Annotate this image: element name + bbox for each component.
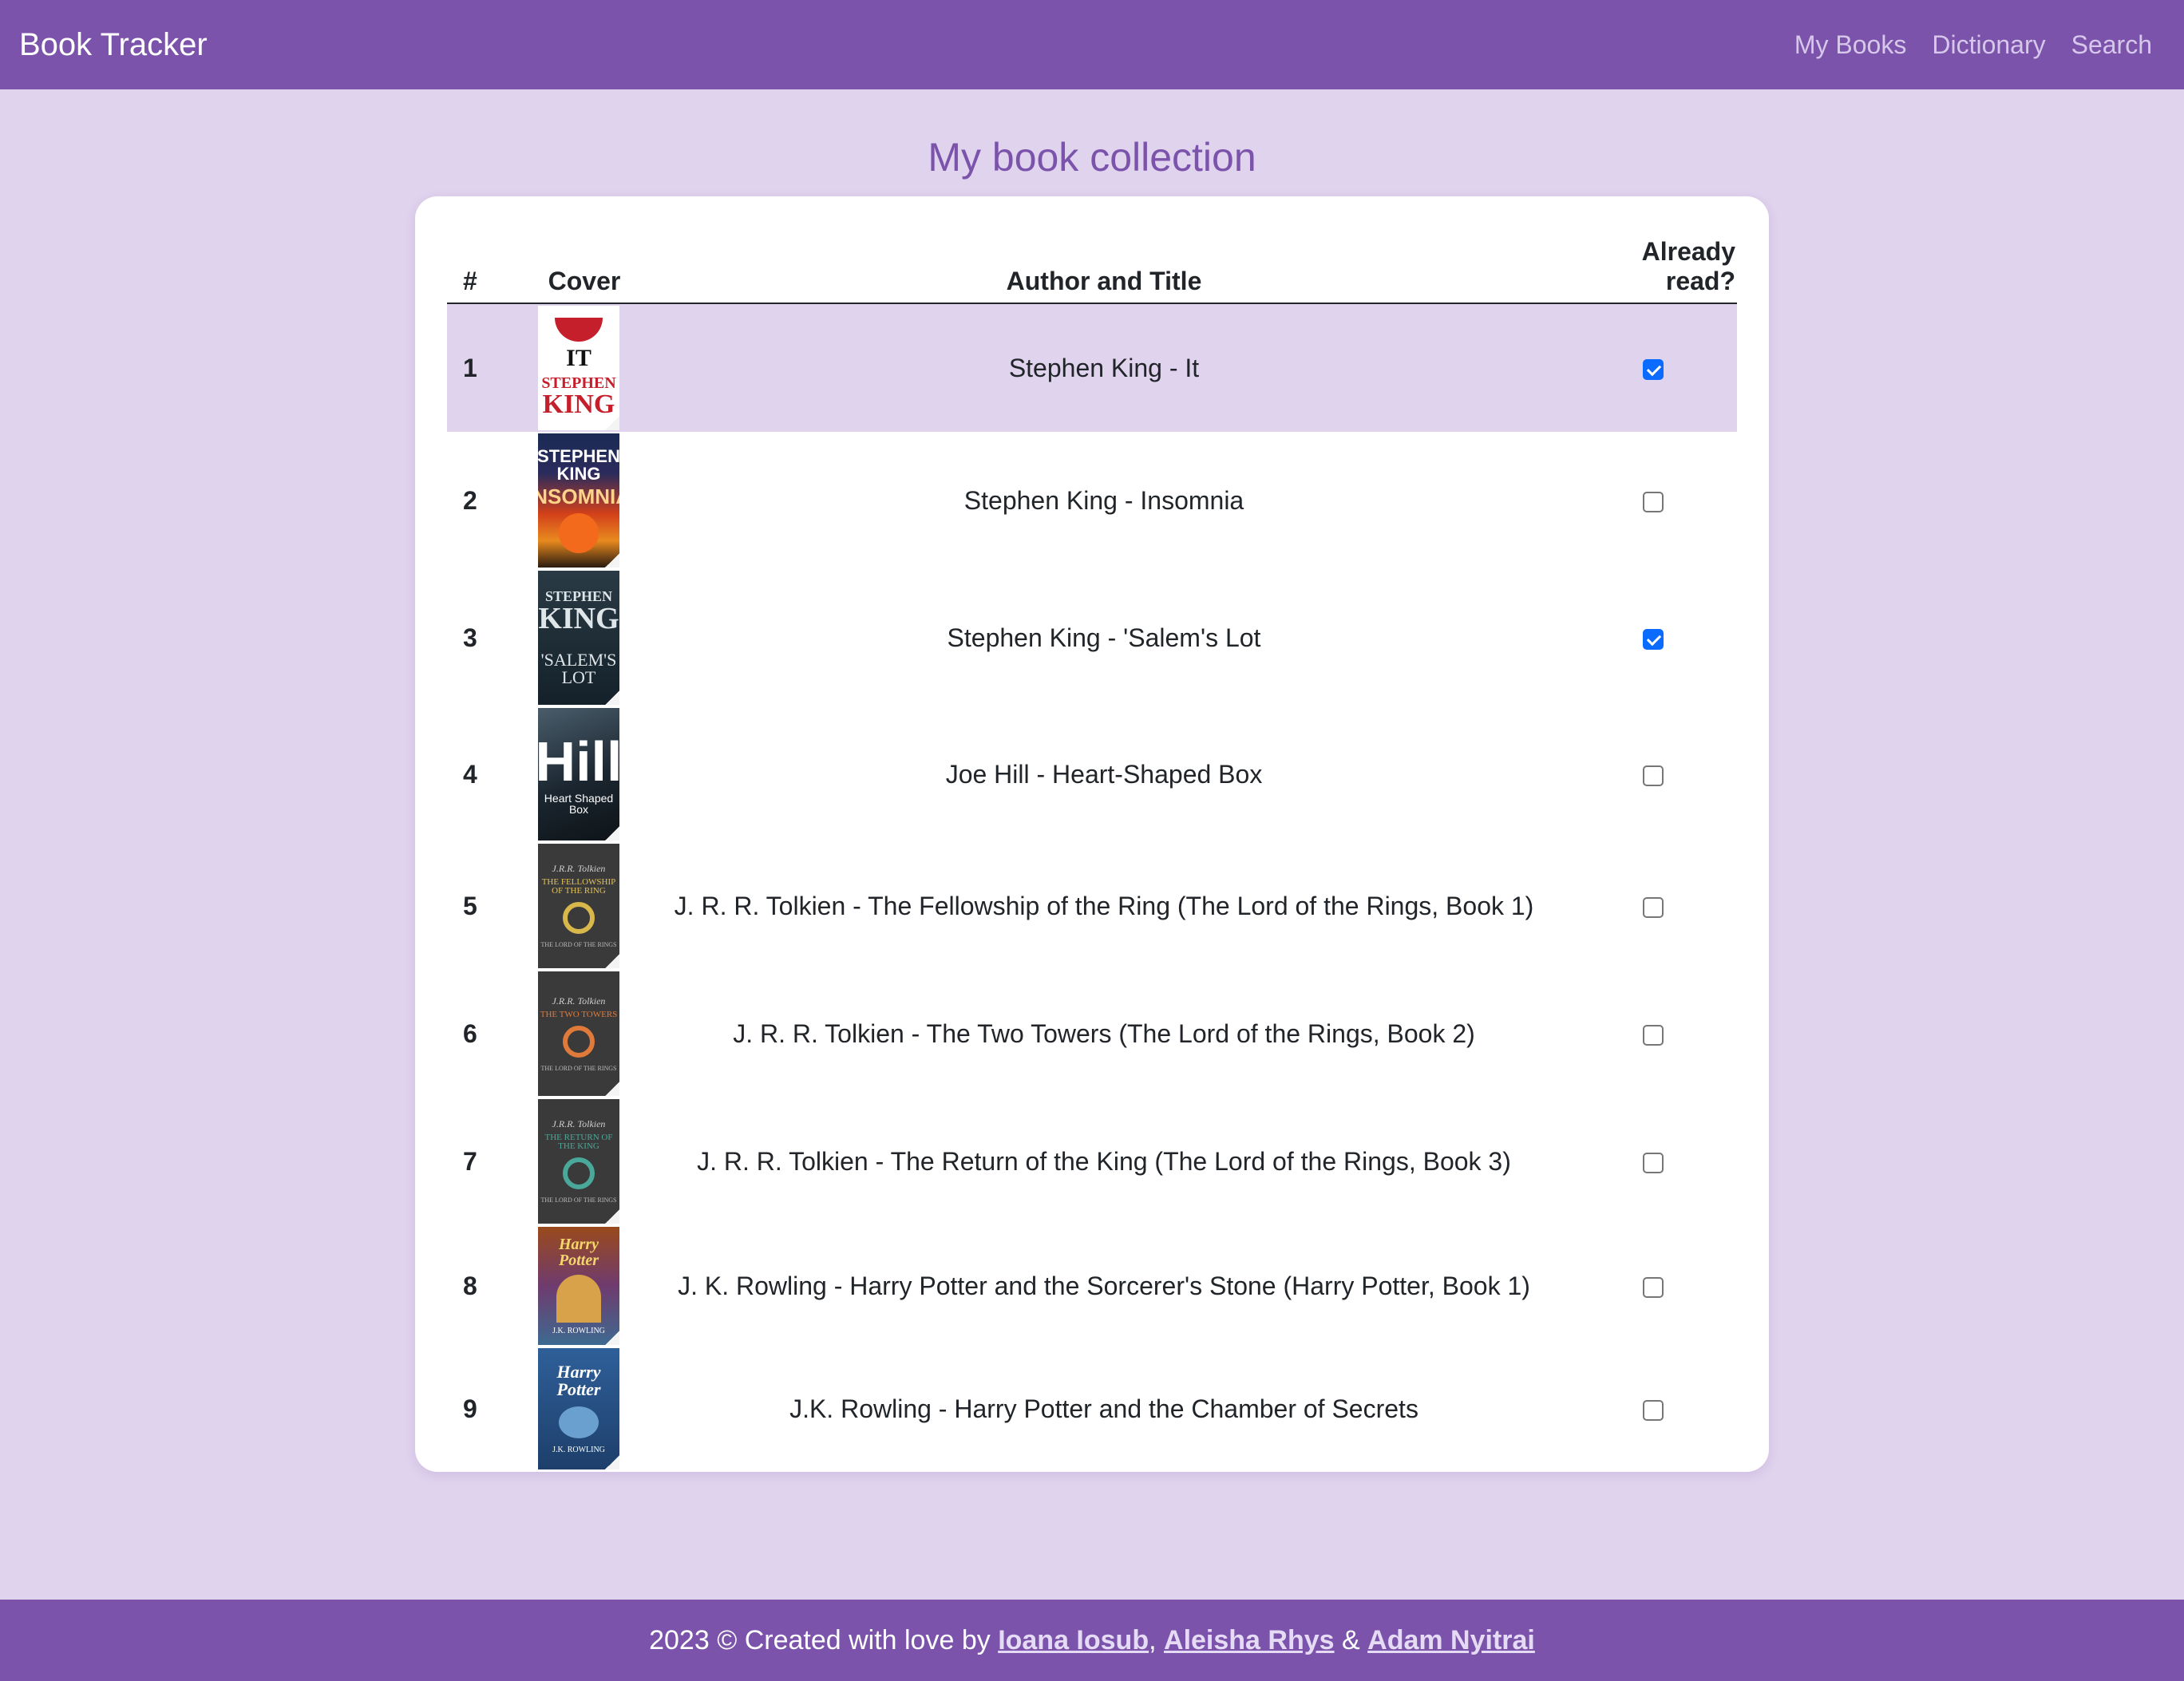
row-number: 4 [463, 759, 477, 789]
row-number: 6 [463, 1018, 477, 1048]
already-read-checkbox[interactable] [1643, 1153, 1664, 1174]
book-author-title: Stephen King - Insomnia [963, 485, 1244, 515]
book-table: # Cover Author and Title Already read? 1… [447, 228, 1737, 1471]
table-header-row: # Cover Author and Title Already read? [447, 228, 1737, 304]
already-read-checkbox[interactable] [1643, 629, 1664, 651]
author-link-aleisha-rhys[interactable]: Aleisha Rhys [1164, 1625, 1335, 1656]
already-read-checkbox[interactable] [1643, 1400, 1664, 1422]
arch-icon [556, 1275, 601, 1323]
already-read-checkbox[interactable] [1643, 359, 1664, 381]
table-row: 6 J.R.R. Tolkien THE TWO TOWERS THE LORD… [447, 970, 1737, 1098]
ring-icon [563, 1025, 595, 1058]
book-author-title: Joe Hill - Heart-Shaped Box [945, 759, 1263, 789]
author-link-adam-nyitrai[interactable]: Adam Nyitrai [1367, 1625, 1535, 1656]
table-row: 3 STEPHEN KING 'SALEM'S LOT Stephen King… [447, 569, 1737, 706]
footer-ampersand: & [1342, 1624, 1360, 1655]
header-author-title: Author and Title [631, 228, 1577, 304]
sunset-icon [559, 513, 599, 553]
footer-separator: , [1149, 1624, 1157, 1655]
table-row: 1 IT STEPHEN KING Stephen King - It [447, 303, 1737, 432]
book-cover-image[interactable]: Hill Heart Shaped Box [538, 708, 619, 840]
clown-smile-icon [555, 318, 603, 342]
footer: 2023 © Created with love by Ioana Iosub,… [0, 1600, 2184, 1681]
ring-icon [563, 902, 595, 934]
nav-links: My Books Dictionary Search [1794, 30, 2152, 60]
book-cover-image[interactable]: J.R.R. Tolkien THE TWO TOWERS THE LORD O… [538, 971, 619, 1096]
nav-link-dictionary[interactable]: Dictionary [1932, 30, 2045, 60]
header-already-read: Already read? [1577, 228, 1737, 304]
already-read-checkbox[interactable] [1643, 492, 1664, 513]
row-number: 2 [463, 485, 477, 515]
book-author-title: J. R. R. Tolkien - The Fellowship of the… [674, 891, 1534, 920]
row-number: 1 [447, 303, 538, 432]
table-row: 2 STEPHEN KING INSOMNIA Stephen King - I… [447, 432, 1737, 569]
nav-link-my-books[interactable]: My Books [1794, 30, 1906, 60]
book-author-title: J. R. R. Tolkien - The Return of the Kin… [697, 1146, 1511, 1176]
book-author-title: J.K. Rowling - Harry Potter and the Cham… [789, 1394, 1418, 1423]
book-author-title: Stephen King - 'Salem's Lot [947, 623, 1261, 652]
row-number: 7 [463, 1146, 477, 1176]
row-number: 5 [463, 891, 477, 920]
table-row: 8 Harry Potter J.K. ROWLING J. K. Rowlin… [447, 1225, 1737, 1347]
phoenix-icon [559, 1406, 599, 1438]
page-title: My book collection [928, 135, 1256, 180]
already-read-checkbox[interactable] [1643, 1025, 1664, 1046]
book-cover-image[interactable]: J.R.R. Tolkien THE FELLOWSHIP OF THE RIN… [538, 844, 619, 968]
nav-link-search[interactable]: Search [2071, 30, 2152, 60]
book-cover-image[interactable]: STEPHEN KING INSOMNIA [538, 433, 619, 568]
book-cover-image[interactable]: STEPHEN KING 'SALEM'S LOT [538, 571, 619, 705]
already-read-checkbox[interactable] [1643, 1277, 1664, 1299]
book-cover-image[interactable]: Harry Potter J.K. ROWLING [538, 1227, 619, 1345]
navbar: Book Tracker My Books Dictionary Search [0, 0, 2184, 89]
brand-link[interactable]: Book Tracker [19, 27, 208, 63]
footer-credit-text: 2023 © Created with love by [649, 1624, 991, 1655]
row-number: 8 [463, 1271, 477, 1300]
book-cover-image[interactable]: Harry Potter J.K. ROWLING [538, 1348, 619, 1469]
row-number: 9 [463, 1394, 477, 1423]
table-row: 7 J.R.R. Tolkien THE RETURN OF THE KING … [447, 1098, 1737, 1225]
book-cover-image[interactable]: J.R.R. Tolkien THE RETURN OF THE KING TH… [538, 1099, 619, 1224]
already-read-checkbox[interactable] [1643, 897, 1664, 919]
table-row: 5 J.R.R. Tolkien THE FELLOWSHIP OF THE R… [447, 842, 1737, 970]
table-row: 9 Harry Potter J.K. ROWLING J.K. Rowling… [447, 1347, 1737, 1471]
ring-icon [563, 1157, 595, 1189]
book-collection-card: # Cover Author and Title Already read? 1… [415, 196, 1769, 1472]
table-row: 4 Hill Heart Shaped Box Joe Hill - Heart… [447, 706, 1737, 842]
book-author-title: J. R. R. Tolkien - The Two Towers (The L… [733, 1018, 1475, 1048]
author-link-ioana-iosub[interactable]: Ioana Iosub [998, 1625, 1149, 1656]
header-cover: Cover [538, 228, 631, 304]
row-number: 3 [463, 623, 477, 652]
book-cover-image[interactable]: IT STEPHEN KING [538, 306, 619, 430]
header-number: # [447, 228, 538, 304]
book-author-title: J. K. Rowling - Harry Potter and the Sor… [678, 1271, 1530, 1300]
already-read-checkbox[interactable] [1643, 765, 1664, 787]
book-author-title: Stephen King - It [631, 303, 1577, 432]
